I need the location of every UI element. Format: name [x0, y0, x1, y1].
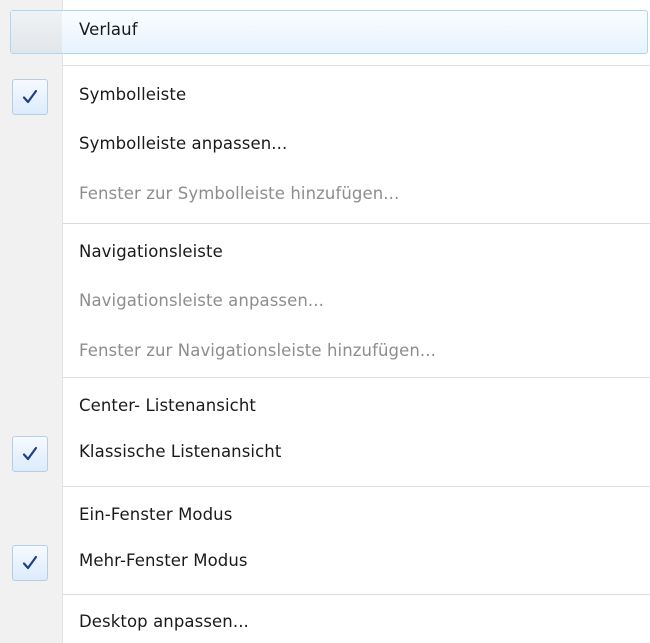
check-mark-box	[12, 436, 48, 472]
menu-item-label: Verlauf	[79, 20, 138, 39]
menu-item-symbolleiste-anpassen[interactable]: Symbolleiste anpassen...	[0, 125, 650, 167]
menu-item-label: Symbolleiste anpassen...	[79, 134, 288, 153]
menu-item-navigationsleiste-anpassen: Navigationsleiste anpassen...	[0, 282, 650, 324]
menu-item-label: Center- Listenansicht	[79, 396, 256, 415]
menu-item-symbolleiste[interactable]: Symbolleiste	[0, 76, 650, 118]
checkmark-icon	[22, 446, 38, 461]
menu-item-label: Fenster zur Symbolleiste hinzufügen...	[79, 184, 400, 203]
menu-item-label: Ein-Fenster Modus	[79, 505, 233, 524]
menu-item-verlauf[interactable]: Verlauf	[0, 0, 650, 64]
menu-item-desktop-anpassen[interactable]: Desktop anpassen...	[0, 603, 650, 643]
menu-item-fenster-zur-navigationsleiste: Fenster zur Navigationsleiste hinzufügen…	[0, 332, 650, 374]
check-mark-box	[12, 545, 48, 581]
check-mark-box	[12, 79, 48, 115]
checkmark-icon	[22, 89, 38, 104]
menu-item-navigationsleiste[interactable]: Navigationsleiste	[0, 233, 650, 275]
menu-item-label: Symbolleiste	[79, 85, 187, 104]
menu-separator-highlight	[63, 487, 650, 488]
menu-separator-highlight	[63, 224, 650, 225]
menu-item-label: Desktop anpassen...	[79, 612, 249, 631]
menu-item-label: Mehr-Fenster Modus	[79, 551, 248, 570]
menu-separator-highlight	[63, 66, 650, 67]
menu-item-mehr-fenster-modus[interactable]: Mehr-Fenster Modus	[0, 542, 650, 584]
menu-item-label: Navigationsleiste	[79, 242, 223, 261]
menu-separator-highlight	[63, 595, 650, 596]
menu-item-ein-fenster-modus[interactable]: Ein-Fenster Modus	[0, 496, 650, 538]
menu-separator-highlight	[63, 378, 650, 379]
menu-item-fenster-zur-symbolleiste: Fenster zur Symbolleiste hinzufügen...	[0, 175, 650, 217]
context-menu: Verlauf Symbolleiste Symbolleiste anpass…	[0, 0, 650, 643]
menu-item-label: Navigationsleiste anpassen...	[79, 291, 324, 310]
menu-item-label: Fenster zur Navigationsleiste hinzufügen…	[79, 341, 436, 360]
menu-item-center-listenansicht[interactable]: Center- Listenansicht	[0, 387, 650, 429]
menu-item-highlight-gutter	[11, 11, 62, 53]
menu-item-label: Klassische Listenansicht	[79, 442, 282, 461]
menu-item-klassische-listenansicht[interactable]: Klassische Listenansicht	[0, 433, 650, 475]
checkmark-icon	[22, 555, 38, 570]
